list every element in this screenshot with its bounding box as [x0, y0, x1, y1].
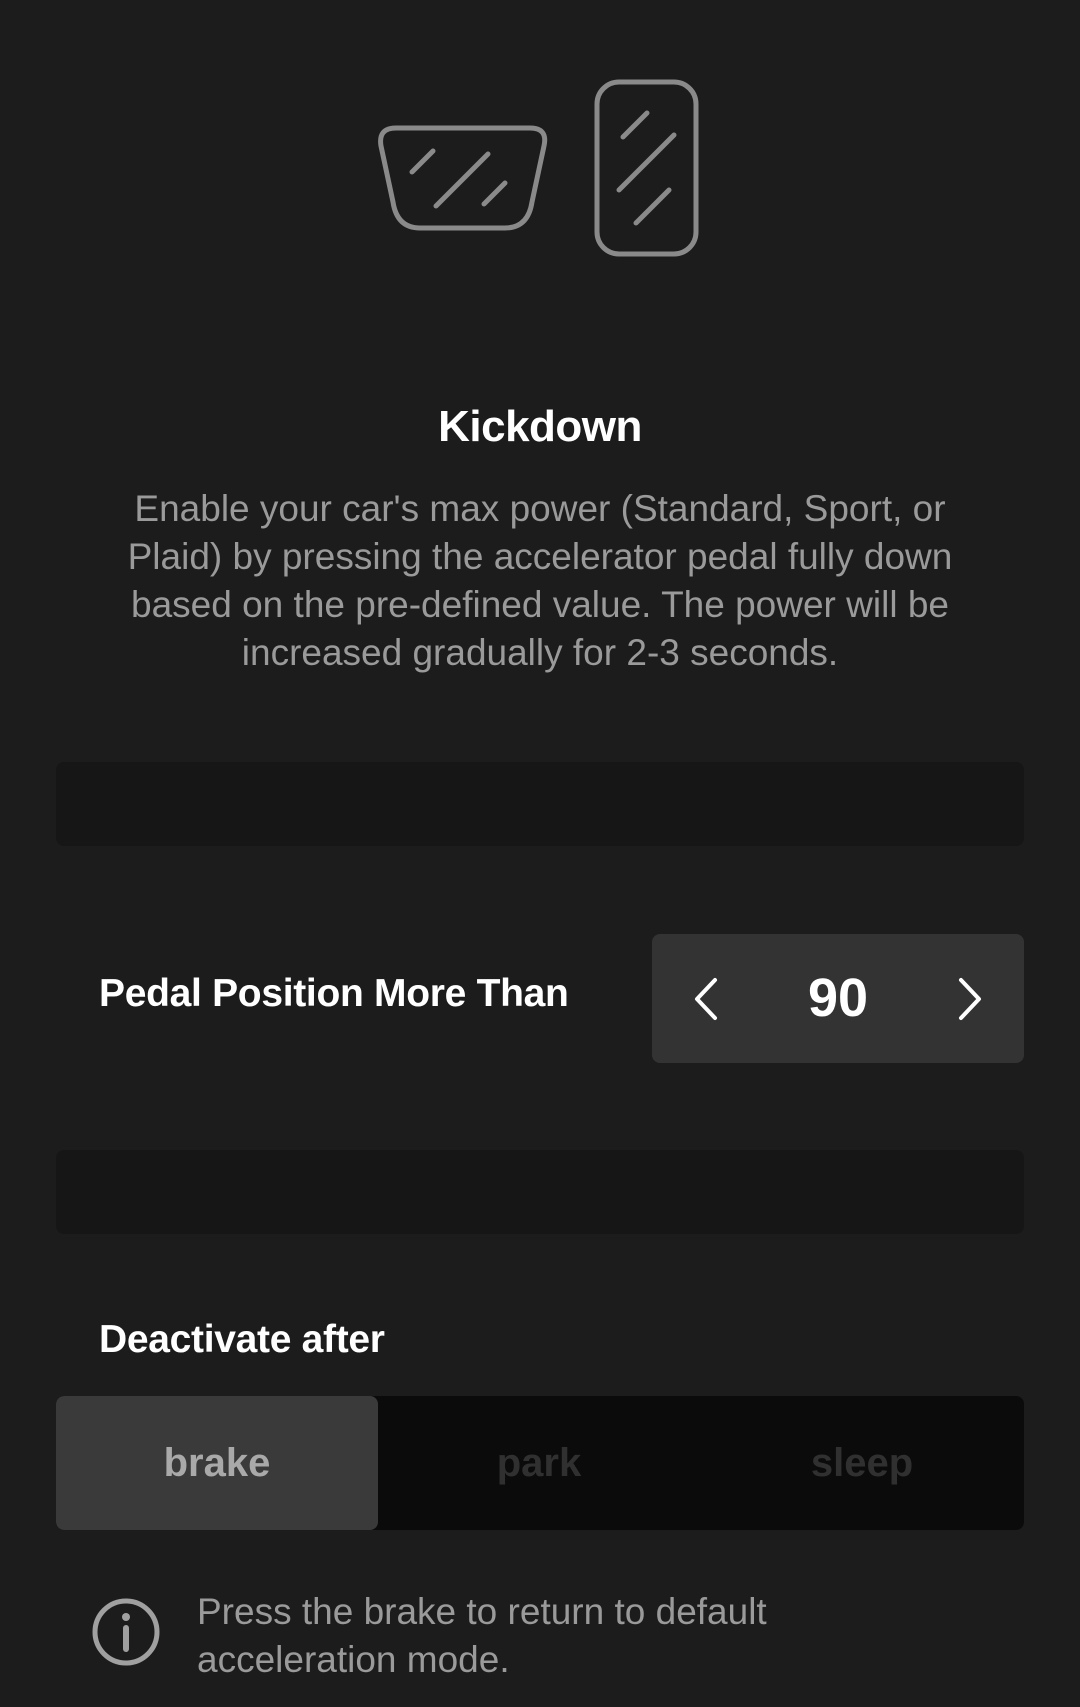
section-divider — [56, 1150, 1024, 1234]
feature-description: Enable your car's max power (Standard, S… — [127, 488, 953, 673]
pedal-position-value: 90 — [807, 968, 869, 1028]
pedal-position-label: Pedal Position More Than — [99, 972, 569, 1015]
segment-park[interactable]: park — [378, 1396, 700, 1530]
increase-button[interactable] — [914, 934, 1024, 1063]
decrease-button[interactable] — [652, 934, 762, 1063]
accelerator-pedal-icon — [594, 79, 699, 257]
info-icon — [92, 1598, 160, 1666]
segment-sleep[interactable]: sleep — [700, 1396, 1024, 1530]
segment-brake[interactable]: brake — [56, 1396, 378, 1530]
info-note: Press the brake to return to default acc… — [90, 1588, 990, 1698]
info-text: Press the brake to return to default acc… — [197, 1591, 767, 1680]
pedal-illustration — [0, 70, 1080, 270]
brake-pedal-icon — [378, 125, 548, 231]
page-title: Kickdown — [438, 402, 642, 451]
deactivate-segmented-control: brake park sleep — [56, 1396, 1024, 1530]
chevron-right-icon — [959, 977, 981, 1020]
section-divider — [56, 762, 1024, 846]
pedal-position-stepper[interactable]: 90 — [652, 934, 1024, 1063]
chevron-left-icon — [695, 977, 717, 1020]
deactivate-after-label: Deactivate after — [99, 1318, 385, 1361]
